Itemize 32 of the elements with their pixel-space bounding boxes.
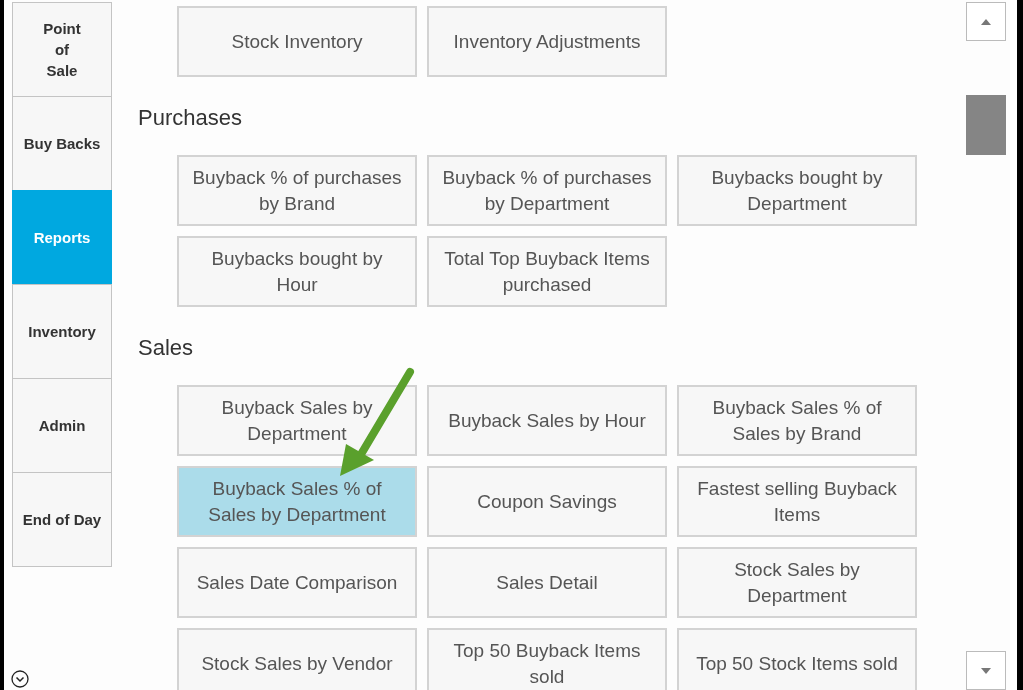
section-heading: Sales <box>138 335 195 361</box>
report-button[interactable]: Stock Inventory <box>177 6 417 77</box>
scroll-down-button[interactable] <box>966 651 1006 690</box>
chevron-down-icon[interactable] <box>11 670 29 688</box>
report-button[interactable]: Sales Detail <box>427 547 667 618</box>
report-button[interactable]: Buyback Sales by Hour <box>427 385 667 456</box>
sidebar-tab[interactable]: Admin <box>12 378 112 473</box>
report-button[interactable]: Buybacks bought by Hour <box>177 236 417 307</box>
report-button[interactable]: Stock Sales by Vendor <box>177 628 417 690</box>
report-button[interactable]: Sales Date Comparison <box>177 547 417 618</box>
caret-up-icon <box>981 18 991 25</box>
report-button[interactable]: Buyback % of purchases by Department <box>427 155 667 226</box>
report-button[interactable]: Buyback Sales % of Sales by Department <box>177 466 417 537</box>
report-button[interactable]: Buyback Sales % of Sales by Brand <box>677 385 917 456</box>
sidebar-tab[interactable]: Buy Backs <box>12 96 112 191</box>
report-button[interactable]: Total Top Buyback Items purchased <box>427 236 667 307</box>
report-button[interactable]: Stock Sales by Department <box>677 547 917 618</box>
report-button[interactable]: Inventory Adjustments <box>427 6 667 77</box>
report-button[interactable]: Fastest selling Buyback Items <box>677 466 917 537</box>
sidebar-tab[interactable]: Point of Sale <box>12 2 112 97</box>
report-button[interactable]: Coupon Savings <box>427 466 667 537</box>
sidebar-tab[interactable]: End of Day <box>12 472 112 567</box>
scroll-up-button[interactable] <box>966 2 1006 41</box>
report-button[interactable]: Buybacks bought by Department <box>677 155 917 226</box>
report-button[interactable]: Top 50 Stock Items sold <box>677 628 917 690</box>
scrollbar-thumb[interactable] <box>966 95 1006 155</box>
sidebar-tab[interactable]: Inventory <box>12 284 112 379</box>
report-button[interactable]: Top 50 Buyback Items sold <box>427 628 667 690</box>
section-heading: Purchases <box>138 105 243 131</box>
caret-down-icon <box>981 667 991 674</box>
report-button[interactable]: Buyback Sales by Department <box>177 385 417 456</box>
report-button[interactable]: Buyback % of purchases by Brand <box>177 155 417 226</box>
